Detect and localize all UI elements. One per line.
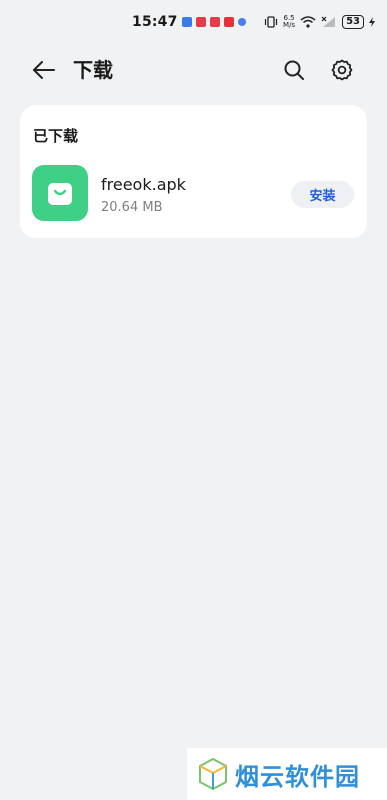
status-right: 6.5 M/s 53 bbox=[264, 15, 375, 29]
settings-button[interactable] bbox=[328, 56, 356, 84]
app-header: 下载 bbox=[0, 48, 387, 92]
vibrate-icon bbox=[264, 16, 278, 28]
notification-icon bbox=[181, 17, 192, 27]
wifi-icon bbox=[300, 16, 316, 28]
battery-indicator: 53 bbox=[342, 15, 364, 29]
search-icon bbox=[284, 60, 304, 80]
notification-icon bbox=[209, 17, 220, 27]
notification-icon bbox=[237, 18, 246, 26]
back-button[interactable] bbox=[30, 56, 58, 84]
status-left: 15:47 bbox=[132, 14, 246, 30]
notification-icon bbox=[195, 17, 206, 27]
charging-icon bbox=[369, 17, 375, 27]
section-title: 已下载 bbox=[33, 127, 79, 145]
watermark: 烟云软件园 bbox=[187, 748, 387, 800]
net-speed: 6.5 M/s bbox=[283, 15, 295, 29]
page-title: 下载 bbox=[73, 58, 113, 82]
app-icon bbox=[32, 165, 88, 221]
downloaded-card: 已下载 freeok.apk 20.64 MB 安装 bbox=[20, 105, 367, 238]
file-name: freeok.apk bbox=[101, 175, 186, 194]
status-bar: 15:47 6.5 M/s 53 bbox=[0, 0, 387, 44]
cube-logo-icon bbox=[199, 757, 227, 791]
notification-icon bbox=[223, 17, 234, 27]
install-button[interactable]: 安装 bbox=[291, 181, 354, 208]
signal-icon bbox=[321, 16, 336, 27]
watermark-text: 烟云软件园 bbox=[235, 762, 360, 791]
arrow-left-icon bbox=[33, 61, 55, 79]
file-size: 20.64 MB bbox=[101, 200, 163, 215]
gear-icon bbox=[331, 59, 353, 81]
search-button[interactable] bbox=[280, 56, 308, 84]
shopping-bag-icon bbox=[48, 183, 72, 205]
download-item[interactable]: freeok.apk 20.64 MB 安装 bbox=[20, 163, 367, 223]
status-time: 15:47 bbox=[132, 14, 178, 30]
net-speed-unit: M/s bbox=[283, 21, 296, 29]
